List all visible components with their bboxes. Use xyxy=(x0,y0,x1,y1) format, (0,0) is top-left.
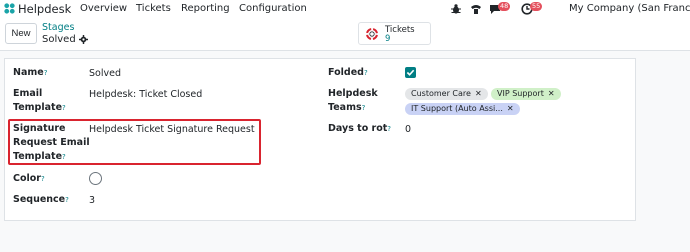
help-tooltip-icon[interactable]: ? xyxy=(62,153,66,161)
lifebuoy-icon xyxy=(366,28,378,40)
help-tooltip-icon[interactable]: ? xyxy=(387,125,391,133)
signature-template-label: Signature Request Email Template? xyxy=(13,123,90,162)
help-tooltip-icon[interactable]: ? xyxy=(362,104,366,112)
tickets-smart-button[interactable]: Tickets 9 xyxy=(358,22,431,45)
folded-label: Folded? xyxy=(328,67,368,78)
help-tooltip-icon[interactable]: ? xyxy=(364,69,368,77)
email-template-value[interactable]: Helpdesk: Ticket Closed xyxy=(89,89,202,100)
control-panel: New Stages Solved Tickets 9 xyxy=(0,18,690,51)
sequence-value[interactable]: 3 xyxy=(89,195,95,206)
help-tooltip-icon[interactable]: ? xyxy=(44,69,48,77)
chat-count-badge: 48 xyxy=(498,2,511,11)
team-tag-customer-care: Customer Care ✕ xyxy=(405,88,488,100)
bug-icon[interactable] xyxy=(450,3,462,15)
form-sheet: Name? Solved Email Template? Helpdesk: T… xyxy=(4,58,636,221)
name-label: Name? xyxy=(13,67,48,78)
menu-configuration[interactable]: Configuration xyxy=(239,3,307,14)
phone-icon[interactable] xyxy=(470,3,482,15)
helpdesk-teams-label: Helpdesk Teams? xyxy=(328,88,378,113)
company-switcher[interactable]: My Company (San Francisco xyxy=(569,3,690,14)
team-tag-vip-support: VIP Support ✕ xyxy=(491,88,561,100)
activity-menu[interactable]: 55 xyxy=(521,2,543,15)
help-tooltip-icon[interactable]: ? xyxy=(65,196,69,204)
team-tag-it-support: IT Support (Auto Assi... ✕ xyxy=(405,103,520,115)
remove-tag-icon[interactable]: ✕ xyxy=(548,89,555,98)
record-title: Solved xyxy=(42,34,88,45)
helpdesk-app-icon[interactable] xyxy=(4,3,15,14)
color-label: Color? xyxy=(13,173,45,184)
menu-tickets[interactable]: Tickets xyxy=(136,3,171,14)
record-name: Solved xyxy=(42,34,76,45)
sequence-label: Sequence? xyxy=(13,194,69,205)
help-tooltip-icon[interactable]: ? xyxy=(62,104,66,112)
menu-reporting[interactable]: Reporting xyxy=(181,3,230,14)
name-value[interactable]: Solved xyxy=(89,68,121,79)
checkmark-icon xyxy=(406,69,415,76)
app-name[interactable]: Helpdesk xyxy=(18,2,71,16)
days-to-rot-label: Days to rot? xyxy=(328,123,392,134)
remove-tag-icon[interactable]: ✕ xyxy=(507,104,514,113)
signature-template-value[interactable]: Helpdesk Ticket Signature Request xyxy=(89,124,255,135)
menu-overview[interactable]: Overview xyxy=(80,3,127,14)
breadcrumb-stages[interactable]: Stages xyxy=(42,22,74,33)
days-to-rot-value[interactable]: 0 xyxy=(405,124,411,135)
gear-icon[interactable] xyxy=(78,35,88,44)
help-tooltip-icon[interactable]: ? xyxy=(41,175,45,183)
smart-button-count: 9 xyxy=(385,34,391,44)
color-picker[interactable] xyxy=(89,172,102,185)
remove-tag-icon[interactable]: ✕ xyxy=(475,89,482,98)
top-navbar: Helpdesk Overview Tickets Reporting Conf… xyxy=(0,0,690,18)
new-button[interactable]: New xyxy=(5,23,37,44)
email-template-label: Email Template? xyxy=(13,88,66,113)
messaging-menu[interactable]: 48 xyxy=(489,2,511,15)
activity-count-badge: 55 xyxy=(530,2,543,11)
folded-checkbox[interactable] xyxy=(405,67,416,78)
